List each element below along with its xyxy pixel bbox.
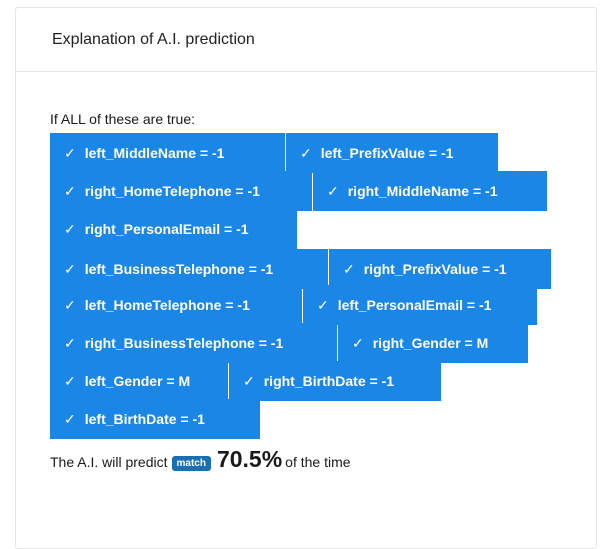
checkmark-icon: ✓ (343, 260, 355, 277)
condition-label: left_HomeTelephone = -1 (84, 297, 250, 313)
condition-label: right_BusinessTelephone = -1 (84, 335, 284, 351)
condition-chip: ✓ right_HomeTelephone = -1 (50, 171, 312, 211)
condition-chip: ✓ left_MiddleName = -1 (50, 133, 285, 173)
condition-label: right_PersonalEmail = -1 (84, 221, 249, 237)
condition-label: right_PrefixValue = -1 (363, 261, 507, 277)
checkmark-icon: ✓ (64, 144, 76, 161)
prediction-percent: 70.5% (216, 446, 283, 472)
condition-chip: ✓ left_PersonalEmail = -1 (303, 285, 537, 325)
prediction-label-badge: match (171, 456, 211, 471)
condition-chip: ✓ left_BirthDate = -1 (50, 399, 260, 439)
condition-label: left_PersonalEmail = -1 (337, 297, 492, 313)
condition-chip: ✓ left_PrefixValue = -1 (286, 133, 498, 173)
checkmark-icon: ✓ (64, 334, 76, 351)
checkmark-icon: ✓ (243, 372, 255, 389)
condition-chip: ✓ left_BusinessTelephone = -1 (50, 249, 328, 289)
condition-label: right_Gender = M (372, 335, 489, 351)
checkmark-icon: ✓ (64, 260, 76, 277)
condition-chip: ✓ left_HomeTelephone = -1 (50, 285, 302, 325)
checkmark-icon: ✓ (352, 334, 364, 351)
condition-chip: ✓ right_PersonalEmail = -1 (50, 209, 297, 249)
checkmark-icon: ✓ (327, 182, 339, 199)
condition-label: right_MiddleName = -1 (347, 183, 498, 199)
condition-label: right_HomeTelephone = -1 (84, 183, 260, 199)
condition-chip: ✓ right_Gender = M (338, 323, 528, 363)
condition-chip: ✓ right_BirthDate = -1 (229, 361, 441, 401)
checkmark-icon: ✓ (64, 410, 76, 427)
condition-chip: ✓ left_Gender = M (50, 361, 228, 401)
panel-title: Explanation of A.I. prediction (16, 8, 596, 72)
condition-label: left_PrefixValue = -1 (320, 145, 454, 161)
condition-chip: ✓ right_PrefixValue = -1 (329, 249, 551, 289)
checkmark-icon: ✓ (64, 220, 76, 237)
checkmark-icon: ✓ (64, 296, 76, 313)
prediction-summary: The A.I. will predict match 70.5% of the… (50, 446, 351, 473)
condition-chip: ✓ right_BusinessTelephone = -1 (50, 323, 337, 363)
conditions-intro: If ALL of these are true: (50, 111, 196, 127)
condition-label: left_BirthDate = -1 (84, 411, 205, 427)
condition-label: left_MiddleName = -1 (84, 145, 225, 161)
checkmark-icon: ✓ (64, 182, 76, 199)
condition-label: right_BirthDate = -1 (263, 373, 395, 389)
checkmark-icon: ✓ (64, 372, 76, 389)
checkmark-icon: ✓ (317, 296, 329, 313)
prediction-suffix: of the time (285, 454, 351, 470)
prediction-prefix: The A.I. will predict (50, 454, 168, 470)
condition-label: left_Gender = M (84, 373, 191, 389)
condition-label: left_BusinessTelephone = -1 (84, 261, 274, 277)
checkmark-icon: ✓ (300, 144, 312, 161)
condition-chip: ✓ right_MiddleName = -1 (313, 171, 547, 211)
